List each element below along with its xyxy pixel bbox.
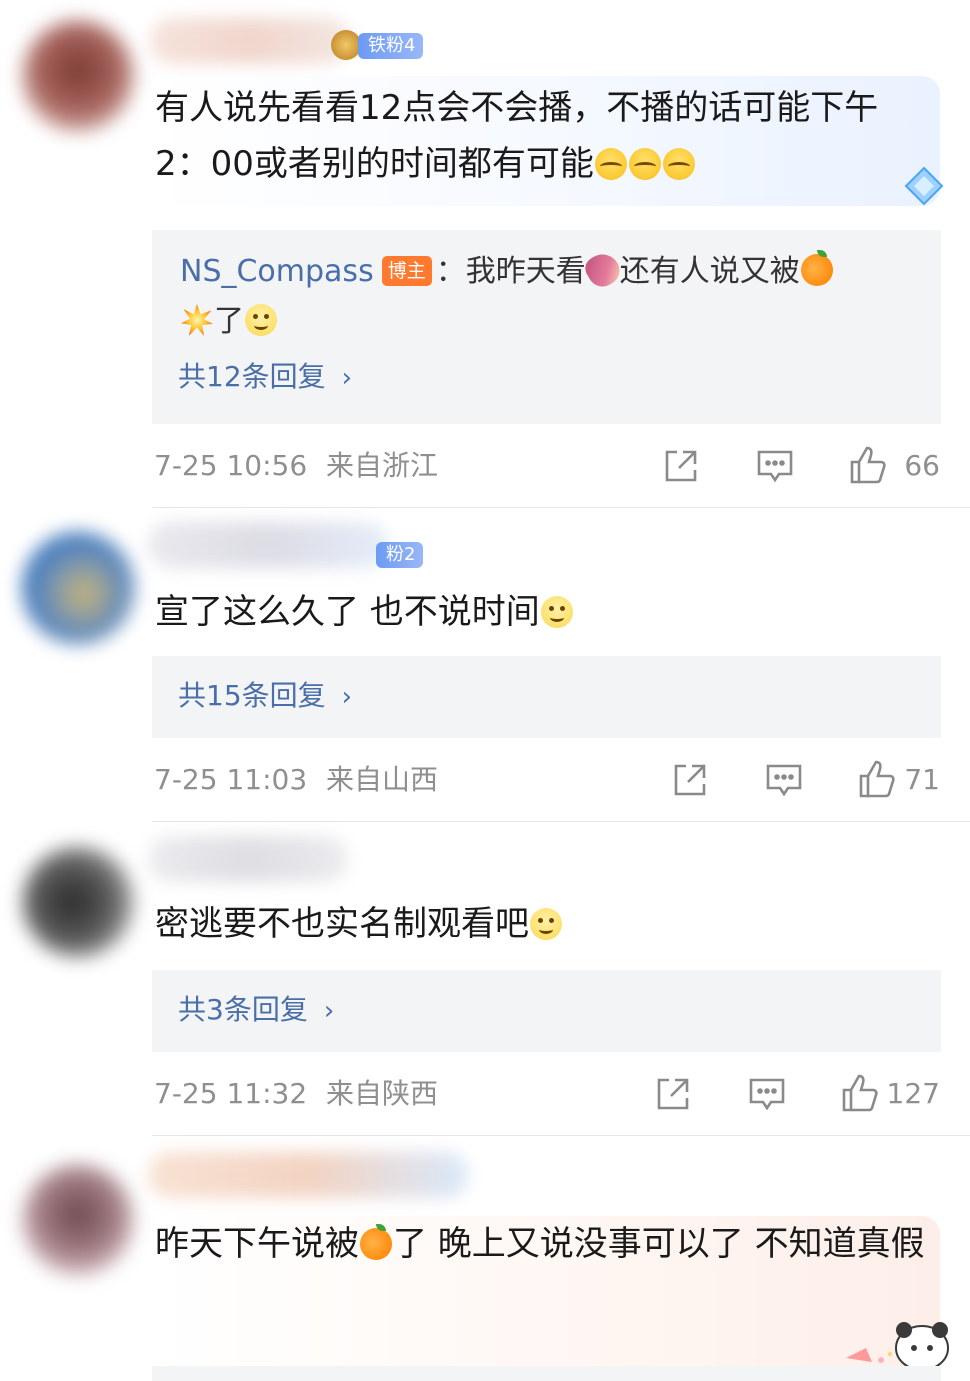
comment-item: 粉2 宣了这么久了 也不说时间 共15条回复 › 7-25 11:03 来自山西 … (0, 508, 970, 822)
username[interactable] (148, 836, 348, 882)
reply-count-link[interactable]: 共15条回复 › (178, 676, 352, 717)
username[interactable] (148, 1152, 468, 1198)
chevron-right-icon: › (341, 682, 353, 712)
avatar[interactable] (22, 846, 134, 958)
like-count: 127 (886, 1077, 940, 1110)
timestamp: 7-25 11:03 (154, 763, 308, 796)
comment-item: 铁粉4 有人说先看看12点会不会播，不播的话可能下午2：00或者别的时间都有可能… (0, 0, 970, 508)
reply-preview[interactable]: 共3条回复 › (152, 970, 941, 1052)
avatar[interactable] (22, 20, 134, 132)
reply-preview[interactable]: 共15条回复 › (152, 656, 941, 738)
reply-preview[interactable] (152, 1366, 941, 1381)
location: 来自浙江 (326, 449, 439, 482)
share-icon[interactable] (653, 1074, 693, 1114)
laughing-tears-emoji (628, 148, 661, 180)
avatar[interactable] (22, 1164, 134, 1276)
comment-text: 密逃要不也实名制观看吧 (155, 896, 928, 952)
smile-emoji (540, 596, 573, 628)
thumbs-up-icon[interactable] (840, 1072, 880, 1112)
like-count: 71 (904, 763, 940, 796)
thumbs-up-icon[interactable] (848, 444, 888, 484)
chevron-right-icon: › (341, 363, 353, 393)
comment-meta: 7-25 11:32 来自陕西 (154, 1074, 438, 1114)
comment-icon[interactable] (764, 760, 804, 800)
location: 来自山西 (326, 763, 439, 796)
timestamp: 7-25 10:56 (154, 449, 308, 482)
reply-username[interactable]: NS_Compass (180, 254, 374, 289)
comment-item: 昨天下午说被了 晚上又说没事可以了 不知道真假 (0, 1136, 970, 1381)
comment-text: 有人说先看看12点会不会播，不播的话可能下午2：00或者别的时间都有可能 (155, 88, 879, 184)
explosion-emoji (181, 304, 213, 336)
comment-meta: 7-25 10:56 来自浙江 (154, 446, 438, 486)
sweet-potato-emoji (580, 248, 625, 292)
reply-line: NS_Compass 博主 ：我昨天看 还有人说又被 了 (180, 247, 911, 347)
comment-text: 宣了这么久了 也不说时间 (155, 584, 928, 640)
orange-emoji (800, 250, 833, 286)
chevron-right-icon: › (323, 996, 335, 1026)
avatar[interactable] (22, 532, 134, 644)
like-count: 66 (904, 449, 940, 482)
comment-icon[interactable] (747, 1074, 787, 1114)
username[interactable] (148, 522, 388, 568)
thumbs-up-icon[interactable] (857, 758, 897, 798)
share-icon[interactable] (661, 446, 701, 486)
laughing-tears-emoji (594, 148, 627, 180)
blogger-tag: 博主 (381, 256, 432, 286)
orange-emoji (360, 1224, 392, 1260)
smile-emoji (530, 908, 562, 940)
comment-meta: 7-25 11:03 来自山西 (154, 760, 438, 800)
location: 来自陕西 (326, 1077, 439, 1110)
laughing-tears-emoji (662, 148, 695, 180)
comment-text: 昨天下午说被了 晚上又说没事可以了 不知道真假 (155, 1224, 925, 1264)
reply-count-link[interactable]: 共3条回复 › (178, 990, 334, 1031)
fan-badge: 粉2 (376, 542, 424, 568)
reply-count-link[interactable]: 共12条回复 › (178, 357, 352, 398)
reply-preview[interactable]: NS_Compass 博主 ：我昨天看 还有人说又被 了 共12条回复 › (152, 230, 941, 424)
smile-emoji (245, 304, 277, 336)
panda-sticker-icon (826, 1314, 956, 1374)
fan-badge: 铁粉4 (358, 33, 424, 59)
timestamp: 7-25 11:32 (154, 1077, 308, 1110)
comment-item: 密逃要不也实名制观看吧 共3条回复 › 7-25 11:32 来自陕西 127 (0, 822, 970, 1136)
fan-level-icon (331, 30, 361, 60)
share-icon[interactable] (670, 760, 710, 800)
comment-icon[interactable] (755, 446, 795, 486)
username[interactable] (150, 18, 350, 64)
